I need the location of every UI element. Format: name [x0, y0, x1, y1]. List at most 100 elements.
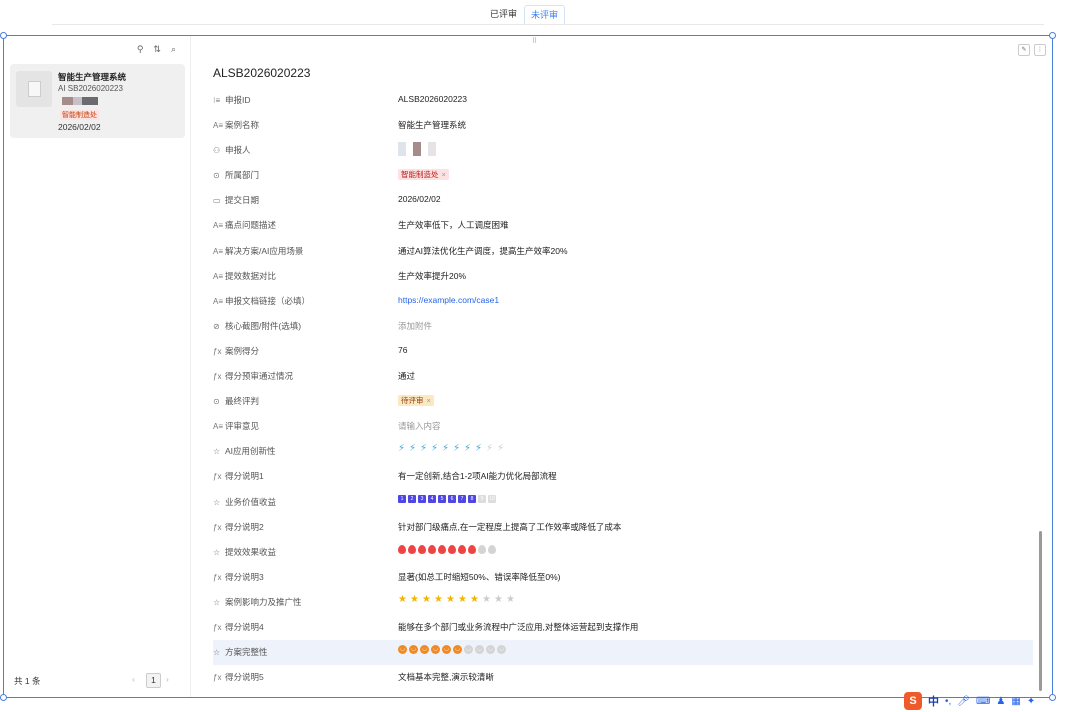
page-number[interactable]: 1	[146, 673, 161, 688]
number-rating-icon[interactable]: 3	[418, 494, 426, 503]
rating-widget[interactable]: 1 2 3 4 5 6 7 8 9 10	[398, 494, 496, 503]
star-rating-icon[interactable]: ★	[434, 594, 444, 605]
apps-grid-icon[interactable]: ▦	[1011, 696, 1020, 707]
flame-rating-icon[interactable]	[478, 544, 486, 554]
smile-rating-icon[interactable]: ◡	[420, 645, 429, 655]
field-value[interactable]: 通过	[398, 370, 415, 382]
number-rating-icon[interactable]: 10	[488, 494, 496, 503]
bolt-rating-icon[interactable]: ⚡︎	[442, 443, 451, 454]
smile-rating-icon[interactable]: ◡	[409, 645, 418, 655]
field-value[interactable]: 能够在多个部门或业务流程中广泛应用,对整体运营起到支撑作用	[398, 621, 638, 633]
field-value[interactable]: 有一定创新,结合1-2项AI能力优化局部流程	[398, 470, 557, 482]
bolt-rating-icon[interactable]: ⚡︎	[475, 443, 484, 454]
number-rating-icon[interactable]: 5	[438, 494, 446, 503]
game-icon[interactable]: ✦	[1027, 696, 1035, 707]
rating-bolt[interactable]: ⚡︎ ⚡︎ ⚡︎ ⚡︎ ⚡︎ ⚡︎ ⚡︎ ⚡︎ ⚡︎ ⚡︎	[398, 443, 506, 454]
field-value[interactable]: 2026/02/02	[398, 194, 441, 204]
rating-square[interactable]: 1 2 3 4 5 6 7 8 9 10	[398, 494, 496, 503]
rating-widget[interactable]: ◡ ◡ ◡ ◡ ◡ ◡ ◡ ◡ ◡ ◡	[398, 644, 506, 655]
bolt-rating-icon[interactable]: ⚡︎	[464, 443, 473, 454]
star-rating-icon[interactable]: ★	[398, 594, 408, 605]
rating-widget[interactable]	[398, 544, 496, 554]
field-value[interactable]: 显著(如总工时缩短50%、错误率降低至0%)	[398, 571, 560, 583]
star-rating-icon[interactable]: ★	[422, 594, 432, 605]
filter-icon[interactable]: ⚲	[137, 44, 144, 55]
flame-rating-icon[interactable]	[468, 544, 476, 554]
star-rating-icon[interactable]: ★	[494, 594, 504, 605]
bolt-rating-icon[interactable]: ⚡︎	[409, 443, 418, 454]
smile-rating-icon[interactable]: ◡	[475, 645, 484, 655]
field-value[interactable]: 生产效率低下，人工调度困难	[398, 219, 509, 231]
number-rating-icon[interactable]: 4	[428, 494, 436, 503]
field-value-person[interactable]	[398, 142, 436, 157]
field-value[interactable]: 智能生产管理系统	[398, 119, 466, 131]
field-value[interactable]: 文档基本完整,演示较清晰	[398, 671, 494, 683]
flame-rating-icon[interactable]	[428, 544, 436, 554]
prev-page-icon[interactable]: ‹	[132, 674, 135, 684]
field-value[interactable]: 针对部门级痛点,在一定程度上提高了工作效率或降低了成本	[398, 521, 621, 533]
rating-star[interactable]: ★ ★ ★ ★ ★ ★ ★ ★ ★ ★	[398, 594, 516, 605]
more-icon[interactable]: ⋮	[1034, 44, 1046, 56]
smile-rating-icon[interactable]: ◡	[464, 645, 473, 655]
record-card[interactable]: 智能生产管理系统 AI SB2026020223 智能制造处 2026/02/0…	[10, 64, 185, 138]
field-value-tag[interactable]: 智能制造处 ×	[398, 169, 449, 181]
smile-rating-icon[interactable]: ◡	[431, 645, 440, 655]
bolt-rating-icon[interactable]: ⚡︎	[420, 443, 429, 454]
flame-rating-icon[interactable]	[398, 544, 406, 554]
number-rating-icon[interactable]: 9	[478, 494, 486, 503]
smile-rating-icon[interactable]: ◡	[398, 645, 407, 655]
sort-icon[interactable]: ⇅	[153, 44, 161, 55]
field-value[interactable]: ALSB2026020223	[398, 94, 467, 104]
flame-rating-icon[interactable]	[488, 544, 496, 554]
bolt-rating-icon[interactable]: ⚡︎	[431, 443, 440, 454]
star-rating-icon[interactable]: ★	[482, 594, 492, 605]
star-rating-icon[interactable]: ★	[446, 594, 456, 605]
edit-icon[interactable]: ✎	[1018, 44, 1030, 56]
smile-rating-icon[interactable]: ◡	[453, 645, 462, 655]
smile-rating-icon[interactable]: ◡	[486, 645, 495, 655]
microphone-icon[interactable]: 🎤︎	[957, 696, 970, 707]
field-value[interactable]: 76	[398, 345, 407, 355]
next-page-icon[interactable]: ›	[166, 674, 169, 684]
ime-language[interactable]: 中	[928, 693, 939, 709]
field-value[interactable]: 生产效率提升20%	[398, 270, 466, 282]
flame-rating-icon[interactable]	[418, 544, 426, 554]
flame-rating-icon[interactable]	[438, 544, 446, 554]
number-rating-icon[interactable]: 8	[468, 494, 476, 503]
bolt-rating-icon[interactable]: ⚡︎	[398, 443, 407, 454]
field-value[interactable]: https://example.com/case1	[398, 295, 499, 305]
skin-icon[interactable]: ♟︎	[996, 696, 1005, 707]
remove-tag-icon[interactable]: ×	[442, 170, 446, 179]
search-icon[interactable]: ⌕	[171, 44, 176, 55]
number-rating-icon[interactable]: 6	[448, 494, 456, 503]
remove-tag-icon[interactable]: ×	[427, 396, 431, 405]
rating-smile[interactable]: ◡ ◡ ◡ ◡ ◡ ◡ ◡ ◡ ◡ ◡	[398, 644, 506, 655]
number-rating-icon[interactable]: 2	[408, 494, 416, 503]
bolt-rating-icon[interactable]: ⚡︎	[453, 443, 462, 454]
field-value[interactable]: 添加附件	[398, 320, 432, 332]
rating-widget[interactable]: ★ ★ ★ ★ ★ ★ ★ ★ ★ ★	[398, 594, 516, 605]
flame-rating-icon[interactable]	[448, 544, 456, 554]
star-rating-icon[interactable]: ★	[506, 594, 516, 605]
field-value[interactable]: 请输入内容	[398, 420, 441, 432]
number-rating-icon[interactable]: 1	[398, 494, 406, 503]
scrollbar[interactable]	[1039, 531, 1042, 691]
field-value-tag[interactable]: 待评审 ×	[398, 395, 434, 407]
bolt-rating-icon[interactable]: ⚡︎	[497, 443, 506, 454]
star-rating-icon[interactable]: ★	[470, 594, 480, 605]
flame-rating-icon[interactable]	[408, 544, 416, 554]
number-rating-icon[interactable]: 7	[458, 494, 466, 503]
tab-reviewed[interactable]: 已评审	[484, 5, 523, 23]
keyboard-icon[interactable]: ⌨︎	[976, 696, 990, 707]
star-rating-icon[interactable]: ★	[410, 594, 420, 605]
rating-flame[interactable]	[398, 544, 496, 554]
flame-rating-icon[interactable]	[458, 544, 466, 554]
star-rating-icon[interactable]: ★	[458, 594, 468, 605]
ime-logo-icon[interactable]: S	[904, 692, 922, 710]
smile-rating-icon[interactable]: ◡	[497, 645, 506, 655]
rating-widget[interactable]: ⚡︎ ⚡︎ ⚡︎ ⚡︎ ⚡︎ ⚡︎ ⚡︎ ⚡︎ ⚡︎ ⚡︎	[398, 443, 506, 454]
tab-unreviewed[interactable]: 未评审	[524, 5, 566, 24]
ime-punctuation[interactable]: •,	[945, 696, 951, 707]
field-value[interactable]: 通过AI算法优化生产调度，提高生产效率20%	[398, 245, 568, 257]
bolt-rating-icon[interactable]: ⚡︎	[486, 443, 495, 454]
